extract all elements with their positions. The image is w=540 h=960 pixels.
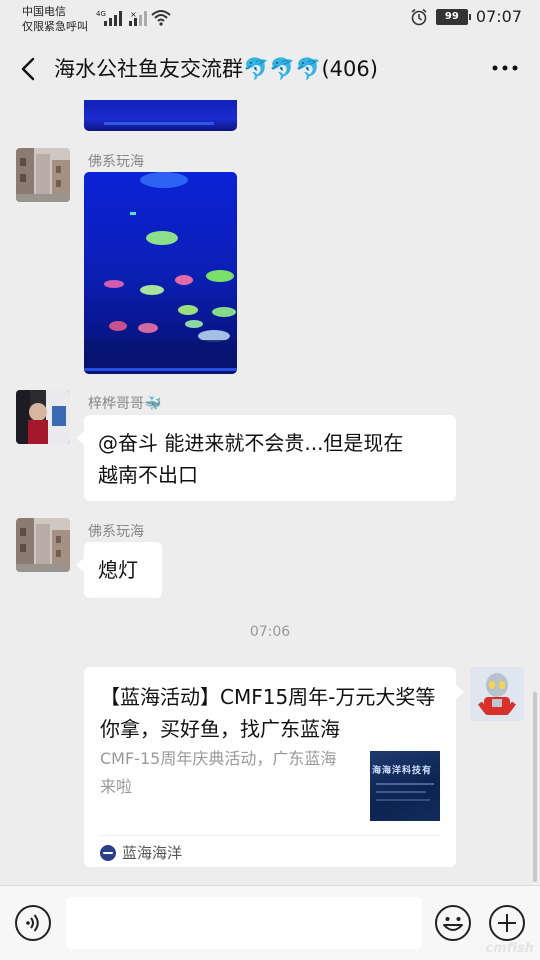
wifi-icon [151, 10, 171, 26]
message-input[interactable] [66, 897, 422, 949]
clock: 07:07 [475, 7, 522, 26]
avatar-street-image [16, 518, 70, 572]
message-text-line: 越南不出口 [98, 463, 198, 487]
signal-off-icon: × [129, 10, 147, 26]
message-timestamp: 07:06 [249, 624, 291, 640]
card-description: CMF-15周年庆典活动，广东蓝海来啦 [100, 749, 337, 796]
back-arrow-icon[interactable] [14, 54, 44, 84]
status-bar: 中国电信 仅限紧急呼叫 4G × 99 07:07 [0, 0, 540, 38]
carrier-name: 中国电信 [22, 5, 66, 18]
avatar-ultraman-image [470, 667, 524, 721]
aquarium-photo[interactable] [84, 172, 237, 374]
chat-header: 海水公社鱼友交流群🐬🐬🐬(406) [0, 40, 540, 100]
input-bar: cmfish [0, 885, 540, 960]
message-text: 熄灯 [98, 558, 138, 582]
emergency-only: 仅限紧急呼叫 [22, 20, 88, 33]
source-logo-icon [100, 844, 116, 861]
avatar[interactable] [16, 148, 70, 202]
message-bubble[interactable]: @奋斗 能进来就不会贵...但是现在 越南不出口 [76, 415, 456, 501]
avatar-street-image [16, 148, 70, 202]
message-bubble[interactable]: 熄灯 [76, 542, 162, 598]
sender-name: 佛系玩海 [88, 524, 144, 540]
status-right: 99 07:07 [410, 7, 522, 26]
avatar[interactable] [16, 390, 70, 444]
chat-title: 海水公社鱼友交流群🐬🐬🐬(406) [54, 57, 378, 81]
message-text-line: @奋斗 能进来就不会贵...但是现在 [98, 431, 404, 455]
scrollbar[interactable] [533, 692, 537, 882]
sender-name: 佛系玩海 [88, 154, 144, 170]
card-divider [100, 835, 440, 836]
sender-name: 梓桦哥哥🐳 [88, 396, 162, 412]
voice-input-icon[interactable] [14, 904, 52, 942]
more-options-icon[interactable] [490, 58, 520, 78]
card-title: 【蓝海活动】CMF15周年-万元大奖等你拿，买好鱼，找广东蓝海 [100, 685, 436, 741]
my-avatar[interactable] [470, 667, 524, 721]
source-name: 蓝海海洋 [122, 844, 183, 862]
avatar[interactable] [16, 518, 70, 572]
card-thumbnail-text: 海海洋科技有 [372, 766, 433, 776]
avatar-person-image [16, 390, 70, 444]
card-thumbnail: 海海洋科技有 [370, 751, 440, 821]
svg-text:×: × [130, 10, 137, 19]
emoji-icon[interactable] [434, 904, 472, 942]
signal-4g-icon: 4G [96, 10, 122, 26]
card-source: 蓝海海洋 [100, 842, 182, 863]
carrier-info: 中国电信 仅限紧急呼叫 [22, 4, 88, 34]
message-list[interactable]: 佛系玩海 梓桦哥哥🐳 @奋斗 能进来就不会贵...但是现在 越南不出口 佛系玩海… [0, 100, 540, 885]
battery-icon: 99 [435, 8, 471, 25]
alarm-icon [411, 8, 427, 25]
watermark: cmfish [485, 941, 534, 956]
aquarium-photo-image [84, 172, 237, 374]
plus-icon[interactable] [488, 904, 526, 942]
link-card[interactable]: 【蓝海活动】CMF15周年-万元大奖等你拿，买好鱼，找广东蓝海 CMF-15周年… [84, 667, 464, 867]
svg-text:4G: 4G [96, 10, 106, 18]
aquarium-photo-partial[interactable] [84, 100, 237, 131]
